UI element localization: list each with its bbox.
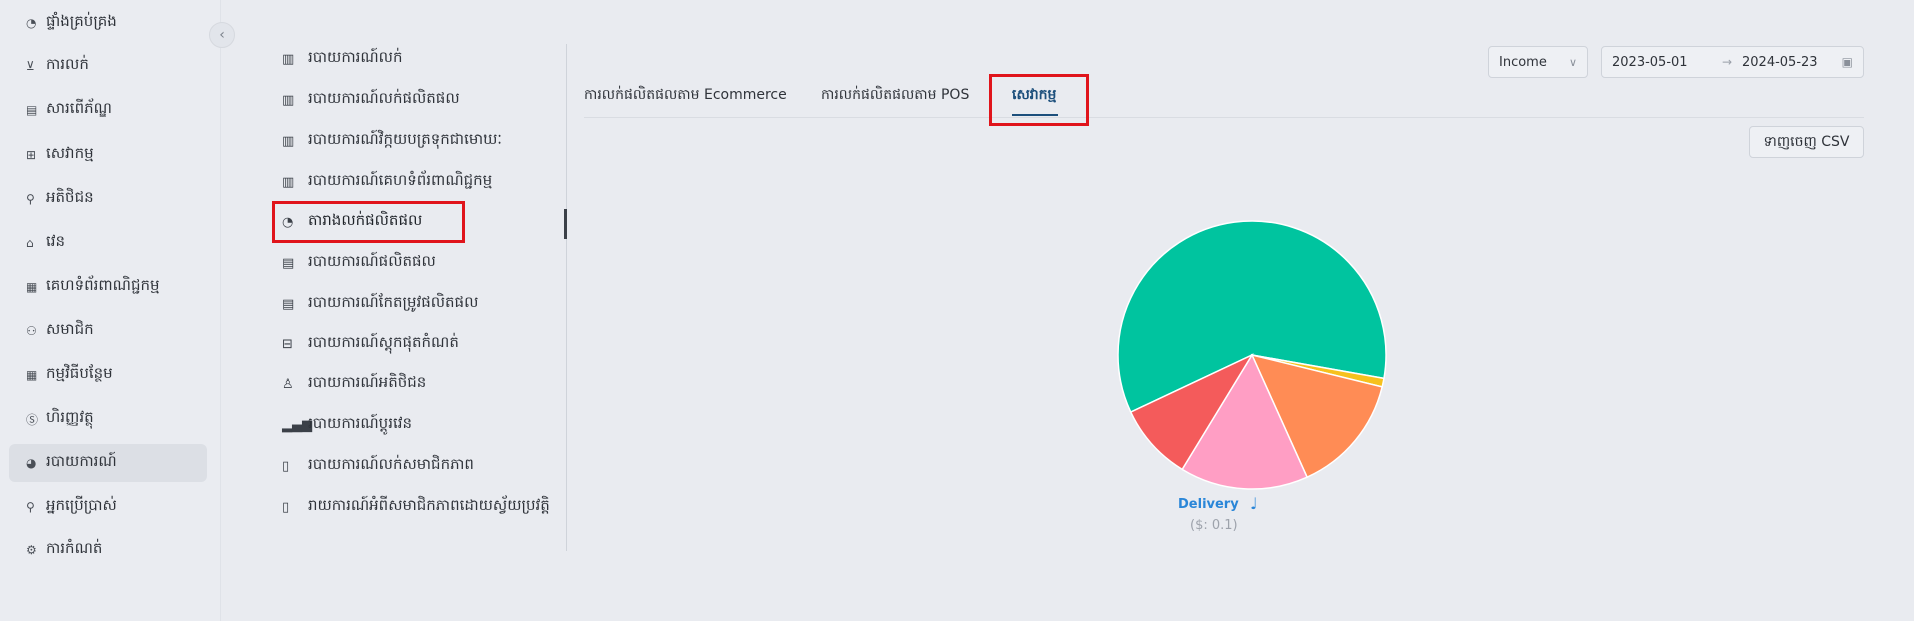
report-menu-label: របាយការណ៍លក់ <box>308 48 403 66</box>
signal-bars-icon: ▂▄▆ <box>282 417 312 433</box>
report-menu-label: របាយការណ៍លក់ផលិតផល <box>308 89 460 107</box>
sidebar-item-report[interactable]: ◕ របាយការណ៍ <box>9 444 207 482</box>
type-select-value: Income <box>1499 54 1547 70</box>
report-menu-label: របាយការណ៍ស្តុកផុតកំណត់ <box>308 333 459 351</box>
collapse-sidebar-button[interactable]: ‹ <box>209 22 235 48</box>
minus-box-icon: ⊟ <box>282 336 293 352</box>
sidebar-item-label: ផ្ទាំងគ្រប់គ្រង <box>46 12 117 30</box>
report-menu-item[interactable]: ▯ របាយការណ៍លក់សមាជិកភាព <box>282 449 572 483</box>
sidebar-item-inventory[interactable]: ▤ សារពើភ័ណ្ឌ <box>9 91 207 129</box>
sidebar-item-label: គេហទំព័រពាណិជ្ជកម្ម <box>46 276 160 294</box>
report-menu-item[interactable]: ▤ របាយការណ៍កែតម្រូវផលិតផល <box>282 287 572 321</box>
report-menu-item[interactable]: ◔ តារាងលក់ផលិតផល <box>282 205 572 239</box>
document-icon: ▯ <box>282 458 290 474</box>
report-menu-item[interactable]: ▥ របាយការណ៍គេហទំព័រពាណិជ្ជកម្ម <box>282 165 572 199</box>
document-icon: ▯ <box>282 499 290 515</box>
report-menu-item[interactable]: ▥ របាយការណ៍លក់ផលិតផល <box>282 83 572 117</box>
calendar-icon: ▣ <box>1841 55 1853 69</box>
sidebar-item-label: វេន <box>46 232 66 250</box>
grid-icon: ⊞ <box>26 148 37 162</box>
sidebar-item-finance[interactable]: Ⓢ ហិរញ្ញវត្ថុ <box>9 400 207 438</box>
tab-services[interactable]: សេវាកម្ម <box>1012 85 1056 106</box>
sidebar-item-label: របាយការណ៍ <box>46 452 117 470</box>
web-store-icon: ▦ <box>26 280 38 294</box>
sidebar-item-label: សារពើភ័ណ្ឌ <box>46 99 112 117</box>
tab-ecommerce-sales[interactable]: ការលក់ផលិតផលតាម Ecommerce <box>584 85 787 106</box>
sidebar-item-user[interactable]: ⚲ អតិថិជន <box>9 180 207 218</box>
tab-pos-sales[interactable]: ការលក់ផលិតផលតាម POS <box>821 85 969 106</box>
report-menu-item[interactable]: ▯ រាយការណ៍អំពីសមាជិកភាពដោយស្វ័យប្រវត្តិ <box>282 490 572 524</box>
music-note-icon: ♩ <box>1250 494 1258 513</box>
sidebar-item-label: អតិថិជន <box>46 188 94 206</box>
menu-divider <box>566 44 567 551</box>
pie-tooltip-value: ($: 0.1) <box>1190 518 1238 533</box>
chevron-left-icon: ‹ <box>219 27 225 43</box>
sidebar-item-label: កម្មវិធីបន្ថែម <box>46 364 113 382</box>
sidebar-item-cart[interactable]: ⊻ ការលក់ <box>9 47 207 85</box>
sidebar-item-settings[interactable]: ⚙ ការកំណត់ <box>9 531 207 569</box>
report-menu-item[interactable]: ▤ របាយការណ៍ផលិតផល <box>282 246 572 280</box>
report-menu-item[interactable]: ▥ របាយការណ៍លក់ <box>282 42 572 76</box>
store-icon: ⌂ <box>26 236 34 250</box>
export-csv-button[interactable]: ទាញចេញ CSV <box>1749 126 1864 158</box>
sidebar-item-store[interactable]: ⌂ វេន <box>9 224 207 262</box>
bar-report-icon: ▥ <box>282 133 295 149</box>
report-menu-item[interactable]: ▂▄▆ របាយការណ៍ប្តូរវេន <box>282 408 572 442</box>
services-pie-chart <box>1117 220 1387 490</box>
sidebar-item-users[interactable]: ⚲ អ្នកប្រើប្រាស់ <box>9 488 207 526</box>
sidebar-item-web-store[interactable]: ▦ គេហទំព័រពាណិជ្ជកម្ម <box>9 268 207 306</box>
active-tab-underline <box>1012 114 1058 116</box>
inventory-icon: ▤ <box>26 103 38 117</box>
customer-icon: ♙ <box>282 376 294 392</box>
sidebar: ◔ ផ្ទាំងគ្រប់គ្រង ⊻ ការលក់ ▤ សារពើភ័ណ្ឌ ⊞ សេវាក… <box>0 0 221 621</box>
report-menu-label: របាយការណ៍កែតម្រូវផលិតផល <box>308 293 479 311</box>
pie-tooltip-label: Delivery <box>1178 497 1239 512</box>
report-menu-label: របាយការណ៍វិក្កយបត្រទុកជាមោឃៈ <box>308 130 502 148</box>
report-menu-label: របាយការណ៍ផលិតផល <box>308 252 436 270</box>
sidebar-item-label: អ្នកប្រើប្រាស់ <box>46 496 117 514</box>
report-menu-item[interactable]: ▥ របាយការណ៍វិក្កយបត្រទុកជាមោឃៈ <box>282 124 572 158</box>
sidebar-item-label: ហិរញ្ញវត្ថុ <box>46 408 94 426</box>
date-range-picker[interactable]: 2023-05-01 → 2024-05-23 ▣ <box>1601 46 1864 78</box>
report-menu-label: តារាងលក់ផលិតផល <box>308 211 423 229</box>
report-menu-label: របាយការណ៍គេហទំព័រពាណិជ្ជកម្ម <box>308 171 493 189</box>
tabs-divider <box>584 117 1864 118</box>
users-icon: ⚲ <box>26 500 35 514</box>
sidebar-item-members[interactable]: ⚇ សមាជិក <box>9 312 207 350</box>
pie-chart-icon: ◔ <box>282 214 294 230</box>
sidebar-item-label: ការកំណត់ <box>46 539 103 557</box>
addon-icon: ▦ <box>26 368 38 382</box>
settings-icon: ⚙ <box>26 543 37 557</box>
bar-report-icon: ▥ <box>282 92 295 108</box>
chevron-down-icon: ∨ <box>1568 55 1577 69</box>
date-end-input[interactable]: 2024-05-23 <box>1742 55 1842 70</box>
sidebar-item-label: សមាជិក <box>46 320 94 338</box>
members-icon: ⚇ <box>26 324 37 338</box>
sidebar-item-label: ការលក់ <box>46 55 89 73</box>
user-icon: ⚲ <box>26 192 35 206</box>
dashboard-icon: ◔ <box>26 16 37 30</box>
sidebar-item-grid[interactable]: ⊞ សេវាកម្ម <box>9 136 207 174</box>
report-icon: ◕ <box>26 456 37 470</box>
cart-icon: ⊻ <box>26 59 35 73</box>
menu-active-indicator <box>564 209 567 239</box>
report-menu-label: របាយការណ៍អតិថិជន <box>308 373 427 391</box>
sidebar-item-dashboard[interactable]: ◔ ផ្ទាំងគ្រប់គ្រង <box>9 4 207 42</box>
arrow-right-icon: → <box>1722 55 1733 69</box>
report-menu-item[interactable]: ♙ របាយការណ៍អតិថិជន <box>282 367 572 401</box>
report-menu-label: រាយការណ៍អំពីសមាជិកភាពដោយស្វ័យប្រវត្តិ <box>308 496 550 514</box>
type-select[interactable]: Income ∨ <box>1488 46 1588 78</box>
sidebar-item-addon[interactable]: ▦ កម្មវិធីបន្ថែម <box>9 356 207 394</box>
report-menu-item[interactable]: ⊟ របាយការណ៍ស្តុកផុតកំណត់ <box>282 327 572 361</box>
report-menu-label: របាយការណ៍ប្តូរវេន <box>308 414 413 432</box>
bar-report-icon: ▥ <box>282 51 295 67</box>
report-menu-label: របាយការណ៍លក់សមាជិកភាព <box>308 455 474 473</box>
product-report-icon: ▤ <box>282 296 295 312</box>
bar-report-icon: ▥ <box>282 174 295 190</box>
product-report-icon: ▤ <box>282 255 295 271</box>
finance-icon: Ⓢ <box>26 412 39 427</box>
sidebar-item-label: សេវាកម្ម <box>46 144 94 162</box>
date-start-input[interactable]: 2023-05-01 <box>1612 55 1722 70</box>
